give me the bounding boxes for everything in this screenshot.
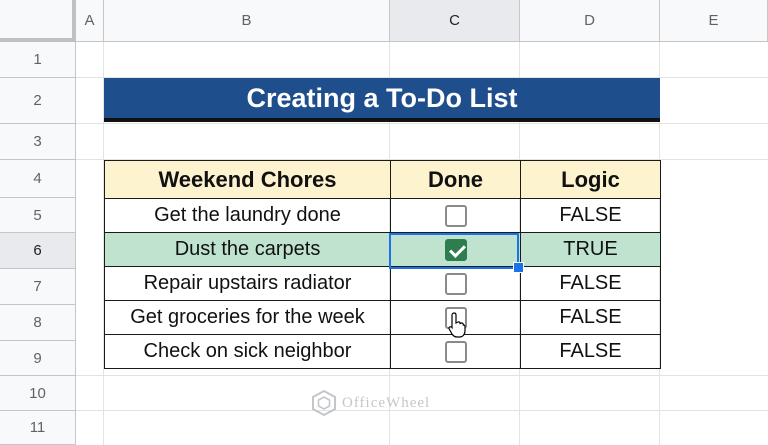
table-row: Check on sick neighbor FALSE xyxy=(104,334,661,369)
logic-cell[interactable]: FALSE xyxy=(520,198,661,233)
done-cell[interactable] xyxy=(390,266,521,301)
logic-cell[interactable]: TRUE xyxy=(520,232,661,267)
column-header-b[interactable]: B xyxy=(104,0,390,42)
header-logic[interactable]: Logic xyxy=(520,160,661,199)
chore-cell[interactable]: Get groceries for the week xyxy=(104,300,391,335)
table-row: Get the laundry done FALSE xyxy=(104,198,661,233)
title-cell[interactable]: Creating a To-Do List xyxy=(104,78,660,122)
row-header-7[interactable]: 7 xyxy=(0,269,76,305)
row-header-3[interactable]: 3 xyxy=(0,124,76,160)
checkbox[interactable] xyxy=(444,204,467,227)
column-header-d[interactable]: D xyxy=(520,0,660,42)
logic-cell[interactable]: FALSE xyxy=(520,300,661,335)
row-header-11[interactable]: 11 xyxy=(0,411,76,445)
row-header-9[interactable]: 9 xyxy=(0,341,76,376)
checkbox-checked[interactable] xyxy=(444,238,467,261)
fill-handle[interactable] xyxy=(513,262,524,273)
row-header-8[interactable]: 8 xyxy=(0,305,76,341)
watermark-text: OfficeWheel xyxy=(342,394,431,411)
watermark: OfficeWheel xyxy=(312,390,430,416)
column-header-c[interactable]: C xyxy=(390,0,520,42)
done-cell[interactable] xyxy=(390,232,521,267)
todo-table: Weekend Chores Done Logic Get the laundr… xyxy=(104,160,661,369)
table-header-row: Weekend Chores Done Logic xyxy=(104,160,661,199)
hand-cursor-icon xyxy=(448,312,466,338)
table-row: Dust the carpets TRUE xyxy=(104,232,661,267)
table-row: Repair upstairs radiator FALSE xyxy=(104,266,661,301)
checkbox[interactable] xyxy=(444,272,467,295)
done-cell[interactable] xyxy=(390,198,521,233)
officewheel-logo-icon xyxy=(312,390,336,416)
row-header-6[interactable]: 6 xyxy=(0,233,76,269)
select-all-corner[interactable] xyxy=(0,0,76,42)
logic-cell[interactable]: FALSE xyxy=(520,334,661,369)
table-row: Get groceries for the week FALSE xyxy=(104,300,661,335)
row-header-1[interactable]: 1 xyxy=(0,42,76,78)
header-chores[interactable]: Weekend Chores xyxy=(104,160,391,199)
checkbox[interactable] xyxy=(444,340,467,363)
chore-cell[interactable]: Get the laundry done xyxy=(104,198,391,233)
gridline xyxy=(76,375,768,376)
row-header-4[interactable]: 4 xyxy=(0,160,76,198)
column-header-a[interactable]: A xyxy=(76,0,104,42)
done-cell[interactable] xyxy=(390,334,521,369)
chore-cell[interactable]: Dust the carpets xyxy=(104,232,391,267)
row-header-2[interactable]: 2 xyxy=(0,78,76,124)
gridline xyxy=(76,123,768,124)
row-header-5[interactable]: 5 xyxy=(0,198,76,233)
logic-cell[interactable]: FALSE xyxy=(520,266,661,301)
row-header-10[interactable]: 10 xyxy=(0,376,76,411)
chore-cell[interactable]: Check on sick neighbor xyxy=(104,334,391,369)
column-header-e[interactable]: E xyxy=(660,0,768,42)
chore-cell[interactable]: Repair upstairs radiator xyxy=(104,266,391,301)
header-done[interactable]: Done xyxy=(390,160,521,199)
